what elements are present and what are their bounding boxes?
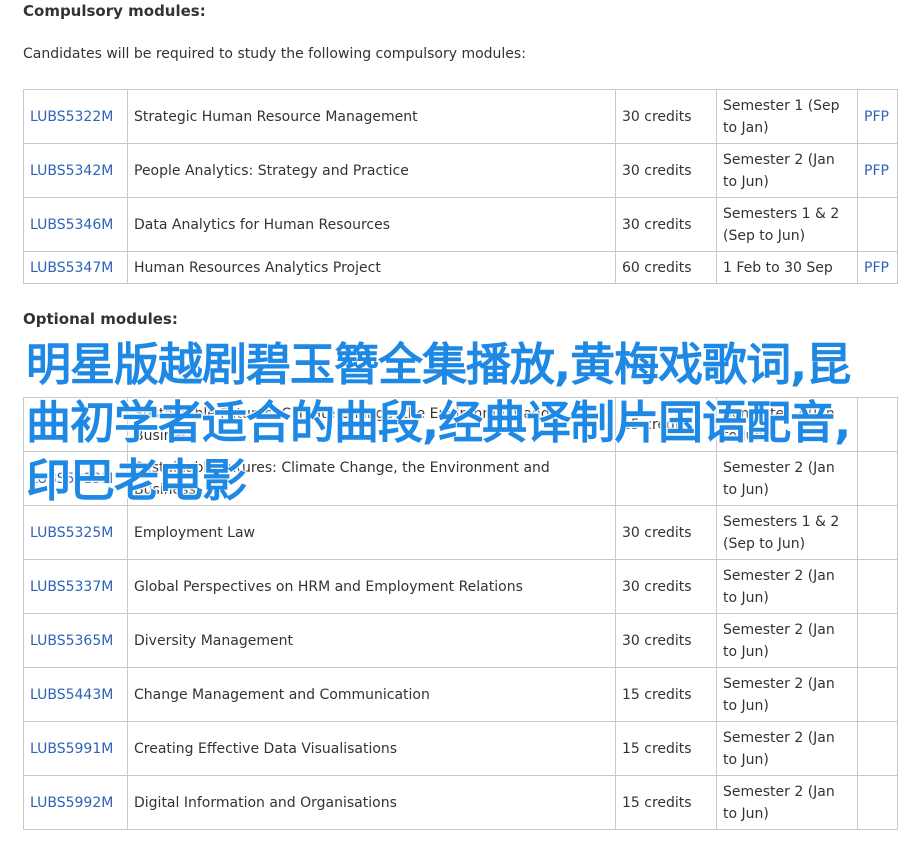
table-row: LUBS5992M Digital Information and Organi… (23, 775, 898, 830)
module-credits: 15 credits (615, 397, 717, 452)
module-title: Digital Information and Organisations (127, 775, 616, 830)
module-semester: Semesters 1 & 2 (Sep to Jun) (716, 505, 858, 560)
module-code-link[interactable]: LUBS5346M (30, 217, 113, 233)
module-credits: 60 credits (615, 251, 717, 284)
module-semester: Semester 2 (Jan to Jun) (716, 721, 858, 776)
table-row: LUBS5313M Sustainable Futures: Climate C… (23, 451, 898, 506)
pfp-cell-empty (857, 613, 898, 668)
module-code-link[interactable]: LUBS5991M (30, 741, 113, 757)
table-row: LUBS5443M Change Management and Communic… (23, 667, 898, 722)
page: Compulsory modules: Candidates will be r… (0, 0, 916, 845)
module-code-link[interactable]: LUBS5347M (30, 260, 113, 276)
pfp-link[interactable]: PFP (864, 260, 889, 276)
module-semester: Semester 2 (Jan to Jun) (716, 143, 858, 198)
module-title: Diversity Management (127, 613, 616, 668)
pfp-cell-empty (857, 451, 898, 506)
compulsory-table: LUBS5322M Strategic Human Resource Manag… (23, 89, 898, 284)
module-code-link[interactable]: LUBS5443M (30, 687, 113, 703)
module-credits: 15 credits (615, 775, 717, 830)
module-credits: 30 credits (615, 505, 717, 560)
module-code-link[interactable]: LUBS5365M (30, 633, 113, 649)
pfp-cell-empty (857, 397, 898, 452)
module-credits: 30 credits (615, 559, 717, 614)
module-title: Human Resources Analytics Project (127, 251, 616, 284)
table-row: LUBS5347M Human Resources Analytics Proj… (23, 251, 898, 284)
module-title: Data Analytics for Human Resources (127, 197, 616, 252)
module-semester: Semester 1 (Sep to Jan) (716, 89, 858, 144)
module-title: People Analytics: Strategy and Practice (127, 143, 616, 198)
module-code-link[interactable]: LUBS5313M (30, 471, 113, 487)
compulsory-heading: Compulsory modules: (23, 2, 206, 20)
compulsory-intro: Candidates will be required to study the… (23, 46, 526, 62)
table-row: LUBS5325M Employment Law 30 credits Seme… (23, 505, 898, 560)
module-semester: 1 Feb to 30 Sep (716, 251, 858, 284)
module-semester: Semester 2 (Jan to Jun) (716, 451, 858, 506)
module-title: Sustainable Futures: Climate Change, the… (127, 397, 616, 452)
module-credits: 30 credits (615, 613, 717, 668)
pfp-cell-empty (857, 505, 898, 560)
module-semester: Semesters 1 & 2 (Sep to Jun) (716, 197, 858, 252)
module-code-link[interactable]: LUBS5322M (30, 109, 113, 125)
pfp-cell-empty (857, 559, 898, 614)
table-row: LUBS5342M People Analytics: Strategy and… (23, 143, 898, 198)
module-semester: Semester 2 (Jan to Jun) (716, 667, 858, 722)
module-credits: 30 credits (615, 197, 717, 252)
pfp-cell-empty (857, 667, 898, 722)
module-code-link[interactable]: LUBS5337M (30, 579, 113, 595)
pfp-link[interactable]: PFP (864, 163, 889, 179)
module-title: Change Management and Communication (127, 667, 616, 722)
module-semester: Semester 2 (Jan to Jun) (716, 559, 858, 614)
module-credits: 30 credits (615, 89, 717, 144)
module-title: Global Perspectives on HRM and Employmen… (127, 559, 616, 614)
pfp-cell-empty (857, 721, 898, 776)
module-credits: 15 credits (615, 667, 717, 722)
table-row: LUBS5346M Data Analytics for Human Resou… (23, 197, 898, 252)
module-credits: 30 credits (615, 143, 717, 198)
pfp-link[interactable]: PFP (864, 109, 889, 125)
module-credits (615, 451, 717, 506)
module-semester: Semester 2 (Jan to Jun) (716, 775, 858, 830)
module-title: Creating Effective Data Visualisations (127, 721, 616, 776)
module-title: Strategic Human Resource Management (127, 89, 616, 144)
module-semester: Semester 2 (Jan to Jun) (716, 613, 858, 668)
module-code-link[interactable]: LUBS5992M (30, 795, 113, 811)
table-row: LUBS5991M Creating Effective Data Visual… (23, 721, 898, 776)
pfp-cell-empty (857, 775, 898, 830)
module-credits: 15 credits (615, 721, 717, 776)
module-title: Sustainable Futures: Climate Change, the… (127, 451, 616, 506)
module-code-link[interactable]: LUBS5325M (30, 525, 113, 541)
pfp-cell-empty (857, 197, 898, 252)
table-row: LUBS5337M Global Perspectives on HRM and… (23, 559, 898, 614)
module-title: Employment Law (127, 505, 616, 560)
optional-heading: Optional modules: (23, 310, 178, 328)
module-semester: Semester 2 (Jan to Jun) (716, 397, 858, 452)
table-row: LUBS5322M Strategic Human Resource Manag… (23, 89, 898, 144)
table-row: Sustainable Futures: Climate Change, the… (23, 397, 898, 452)
table-row: LUBS5365M Diversity Management 30 credit… (23, 613, 898, 668)
optional-table: Sustainable Futures: Climate Change, the… (23, 397, 898, 830)
module-code-link[interactable]: LUBS5342M (30, 163, 113, 179)
